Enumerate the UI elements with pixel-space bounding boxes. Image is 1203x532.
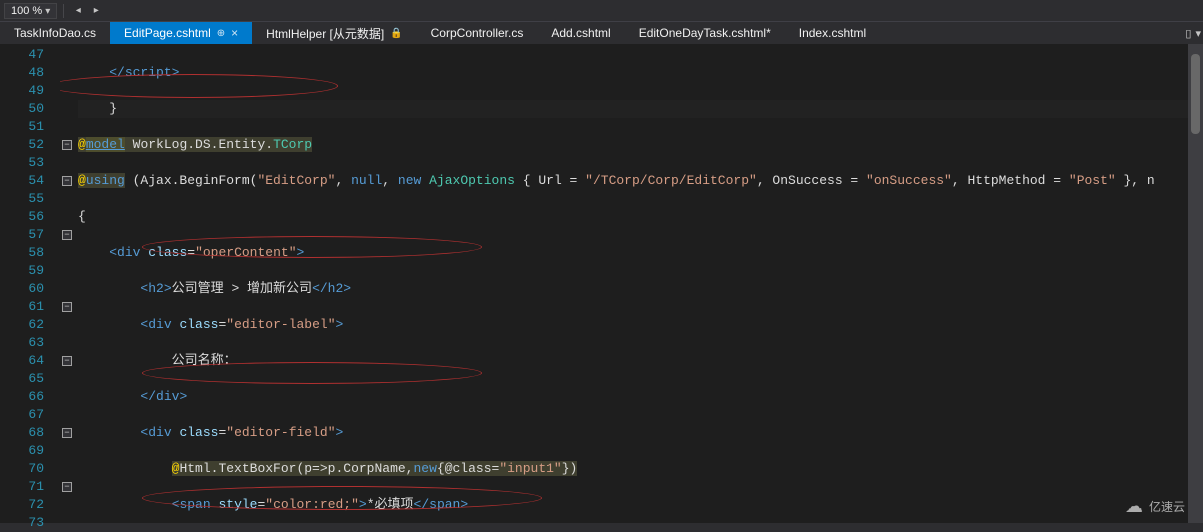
tab-label: CorpController.cs [431, 26, 524, 40]
code-editor[interactable]: 47 48 49 50 51 52 53 54 55 56 57 58 59 6… [0, 44, 1203, 523]
zoom-combo[interactable]: 100 % ▾ [4, 3, 57, 19]
code-line: } [78, 100, 1203, 118]
split-window-icon[interactable]: ▯ [1185, 27, 1191, 40]
code-line: </script> [78, 64, 1203, 82]
cloud-icon: ☁ [1125, 496, 1143, 517]
tabbar-overflow[interactable]: ▯ ▾ [1185, 22, 1201, 44]
code-line: 公司名称： [78, 352, 1203, 370]
line-number: 66 [0, 388, 44, 406]
tab-index[interactable]: Index.cshtml [785, 22, 880, 44]
lock-icon: 🔒 [390, 28, 402, 39]
tab-taskinfodao[interactable]: TaskInfoDao.cs [0, 22, 110, 44]
tab-label: Index.cshtml [799, 26, 866, 40]
line-number: 65 [0, 370, 44, 388]
tab-add[interactable]: Add.cshtml [537, 22, 624, 44]
tab-label: HtmlHelper [从元数据] [266, 25, 384, 42]
watermark: ☁ 亿速云 [1125, 496, 1185, 517]
line-number: 52 [0, 136, 44, 154]
line-number: 64 [0, 352, 44, 370]
tab-editonedaytask[interactable]: EditOneDayTask.cshtml* [625, 22, 785, 44]
code-line: { [78, 208, 1203, 226]
code-line: @model WorkLog.DS.Entity.TCorp [78, 136, 1203, 154]
code-line: @using (Ajax.BeginForm("EditCorp", null,… [78, 172, 1203, 190]
chevron-down-icon[interactable]: ▾ [1195, 27, 1201, 40]
line-number: 57 [0, 226, 44, 244]
tab-corpcontroller[interactable]: CorpController.cs [417, 22, 538, 44]
tab-label: Add.cshtml [551, 26, 610, 40]
line-number: 62 [0, 316, 44, 334]
line-number: 61 [0, 298, 44, 316]
line-number: 68 [0, 424, 44, 442]
line-number: 70 [0, 460, 44, 478]
line-number: 51 [0, 118, 44, 136]
line-number: 59 [0, 262, 44, 280]
watermark-text: 亿速云 [1149, 498, 1185, 515]
tab-label: EditOneDayTask.cshtml* [639, 26, 771, 40]
code-line: </div> [78, 388, 1203, 406]
line-number: 58 [0, 244, 44, 262]
scrollbar-thumb[interactable] [1191, 54, 1200, 134]
line-number: 49 [0, 82, 44, 100]
code-line: @Html.TextBoxFor(p=>p.CorpName,new{@clas… [78, 460, 1203, 478]
code-area[interactable]: </script> } @model WorkLog.DS.Entity.TCo… [60, 44, 1203, 523]
nav-back-icon[interactable]: ◂ [70, 3, 86, 19]
tab-htmlhelper[interactable]: HtmlHelper [从元数据] 🔒 [252, 22, 416, 44]
document-tabbar: TaskInfoDao.cs EditPage.cshtml ⊕ × HtmlH… [0, 22, 1203, 44]
code-line: <div class="operContent"> [78, 244, 1203, 262]
line-number: 63 [0, 334, 44, 352]
tab-editpage[interactable]: EditPage.cshtml ⊕ × [110, 22, 252, 44]
line-number: 69 [0, 442, 44, 460]
line-number: 53 [0, 154, 44, 172]
line-number: 67 [0, 406, 44, 424]
vertical-scrollbar[interactable] [1188, 44, 1203, 523]
toolbar-separator [63, 4, 64, 18]
line-number: 50 [0, 100, 44, 118]
tab-label: EditPage.cshtml [124, 26, 211, 40]
pin-icon[interactable]: ⊕ [217, 28, 225, 39]
code-line: <div class="editor-label"> [78, 316, 1203, 334]
line-number: 55 [0, 190, 44, 208]
chevron-down-icon: ▾ [45, 6, 50, 17]
line-number: 47 [0, 46, 44, 64]
tab-label: TaskInfoDao.cs [14, 26, 96, 40]
nav-forward-icon[interactable]: ▸ [88, 3, 104, 19]
close-icon[interactable]: × [231, 26, 238, 40]
line-number: 72 [0, 496, 44, 514]
line-number: 60 [0, 280, 44, 298]
line-number: 48 [0, 64, 44, 82]
code-line: <div class="editor-field"> [78, 424, 1203, 442]
code-line: <h2>公司管理 > 增加新公司</h2> [78, 280, 1203, 298]
line-number: 56 [0, 208, 44, 226]
line-number: 73 [0, 514, 44, 532]
line-number: 71 [0, 478, 44, 496]
zoom-toolbar: 100 % ▾ ◂ ▸ [0, 0, 1203, 22]
zoom-value: 100 % [11, 5, 42, 17]
line-gutter: 47 48 49 50 51 52 53 54 55 56 57 58 59 6… [0, 44, 60, 523]
code-line: <span style="color:red;">*必填项</span> [78, 496, 1203, 514]
line-number: 54 [0, 172, 44, 190]
